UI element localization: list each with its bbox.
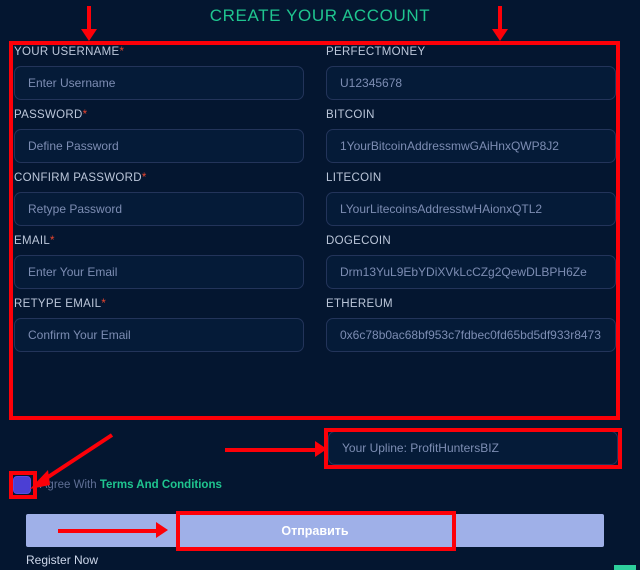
form-row: RETYPE EMAIL* ETHEREUM — [14, 298, 618, 352]
form-row: PASSWORD* BITCOIN — [14, 109, 618, 163]
field-label: PASSWORD* — [14, 109, 88, 121]
field-litecoin: LITECOIN — [326, 172, 616, 226]
required-marker: * — [101, 298, 107, 310]
required-marker: * — [141, 172, 147, 184]
annotation-arrowhead-down-right — [492, 29, 508, 41]
password-input[interactable] — [14, 129, 304, 163]
form-row: EMAIL* DOGECOIN — [14, 235, 618, 289]
field-bitcoin: BITCOIN — [326, 109, 616, 163]
confirm-password-input[interactable] — [14, 192, 304, 226]
page-bottom-accent-bar — [614, 565, 636, 570]
username-input[interactable] — [14, 66, 304, 100]
field-perfectmoney: PERFECTMONEY — [326, 46, 616, 100]
field-dogecoin: DOGECOIN — [326, 235, 616, 289]
field-label: BITCOIN — [326, 109, 375, 121]
field-label: YOUR USERNAME* — [14, 46, 125, 58]
annotation-arrow-to-upline — [225, 448, 317, 452]
field-label: CONFIRM PASSWORD* — [14, 172, 147, 184]
required-marker: * — [50, 235, 55, 247]
litecoin-input[interactable] — [326, 192, 616, 226]
field-label: RETYPE EMAIL* — [14, 298, 107, 310]
upline-input[interactable] — [328, 431, 618, 465]
field-label: DOGECOIN — [326, 235, 392, 247]
field-upline — [328, 431, 618, 465]
form-row: YOUR USERNAME* PERFECTMONEY — [14, 46, 618, 100]
perfectmoney-input[interactable] — [326, 66, 616, 100]
required-marker: * — [119, 46, 125, 58]
register-now-label: Register Now — [26, 553, 99, 567]
dogecoin-input[interactable] — [326, 255, 616, 289]
submit-button[interactable]: Отправить — [26, 514, 604, 547]
terms-agreement-row[interactable]: I Agree With Terms And Conditions — [13, 476, 222, 494]
field-email: EMAIL* — [14, 235, 304, 289]
required-marker: * — [82, 109, 88, 121]
page-title: CREATE YOUR ACCOUNT — [209, 6, 431, 25]
field-confirm-password: CONFIRM PASSWORD* — [14, 172, 304, 226]
registration-form: YOUR USERNAME* PERFECTMONEY PASSWORD* BI… — [14, 46, 618, 361]
field-label: LITECOIN — [326, 172, 382, 184]
terms-checkbox[interactable] — [13, 476, 31, 494]
ethereum-input[interactable] — [326, 318, 616, 352]
annotation-arrowhead-down-left — [81, 29, 97, 41]
field-label: EMAIL* — [14, 235, 55, 247]
bitcoin-input[interactable] — [326, 129, 616, 163]
field-password: PASSWORD* — [14, 109, 304, 163]
email-input[interactable] — [14, 255, 304, 289]
registration-page: CREATE YOUR ACCOUNT YOUR USERNAME* PERFE… — [0, 0, 640, 570]
terms-prefix-text: I Agree With — [34, 479, 100, 491]
field-ethereum: ETHEREUM — [326, 298, 616, 352]
form-row: CONFIRM PASSWORD* LITECOIN — [14, 172, 618, 226]
annotation-arrowhead-to-upline — [315, 441, 327, 457]
terms-label: I Agree With Terms And Conditions — [34, 479, 222, 491]
field-retype-email: RETYPE EMAIL* — [14, 298, 304, 352]
retype-email-input[interactable] — [14, 318, 304, 352]
field-label: PERFECTMONEY — [326, 46, 426, 58]
field-username: YOUR USERNAME* — [14, 46, 304, 100]
terms-and-conditions-link[interactable]: Terms And Conditions — [100, 479, 222, 491]
field-label: ETHEREUM — [326, 298, 393, 310]
